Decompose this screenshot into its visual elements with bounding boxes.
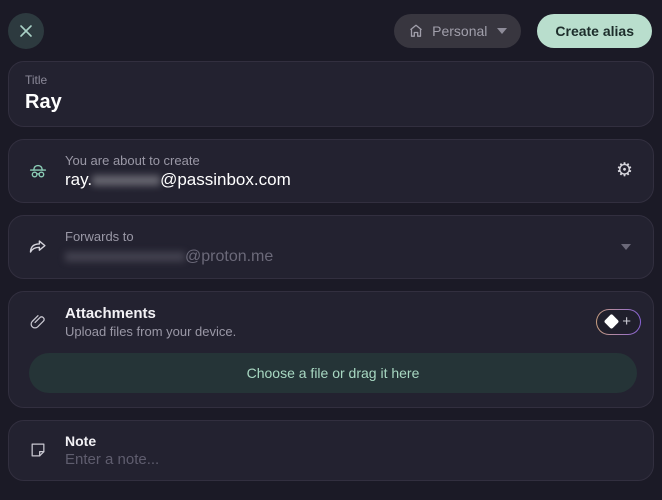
forward-arrow-icon xyxy=(25,236,51,258)
note-card[interactable]: Note Enter a note... xyxy=(8,420,654,481)
dialog-header: Personal Create alias xyxy=(0,0,662,52)
alias-preview-label: You are about to create xyxy=(65,152,612,170)
alias-settings-button[interactable]: ⚙︎ xyxy=(612,157,637,184)
close-button[interactable] xyxy=(8,13,44,49)
forwards-to-card[interactable]: Forwards to xxxxxxxxxxxxxxx@proton.me xyxy=(8,215,654,279)
paperclip-icon xyxy=(25,312,51,332)
choose-file-button[interactable]: Choose a file or drag it here xyxy=(29,353,637,393)
chevron-down-icon xyxy=(497,28,507,34)
form-cards: Title Ray You are about to create ray.xx… xyxy=(0,52,662,481)
gear-icon: ⚙︎ xyxy=(616,160,633,181)
select-caret-icon xyxy=(621,244,631,250)
forwards-domain: @proton.me xyxy=(185,248,273,265)
alias-redacted: xxxxxxxx xyxy=(92,170,160,189)
title-input[interactable]: Ray xyxy=(25,91,637,114)
forwards-redacted: xxxxxxxxxxxxxxx xyxy=(65,248,185,265)
create-alias-button[interactable]: Create alias xyxy=(537,14,652,48)
plus-icon: + xyxy=(622,313,631,330)
attachments-card: Attachments Upload files from your devic… xyxy=(8,291,654,408)
home-icon xyxy=(408,23,424,39)
note-icon xyxy=(25,440,51,460)
forwards-to-value[interactable]: xxxxxxxxxxxxxxx@proton.me xyxy=(65,248,613,266)
alias-prefix: ray. xyxy=(65,170,92,189)
pass-plus-diamond-icon xyxy=(604,314,620,330)
title-field-label: Title xyxy=(25,73,637,89)
note-label: Note xyxy=(65,433,637,449)
alias-preview-card: You are about to create ray.xxxxxxxx@pas… xyxy=(8,139,654,204)
vault-selector[interactable]: Personal xyxy=(394,14,521,48)
alias-disguise-icon xyxy=(25,160,51,182)
note-input[interactable]: Enter a note... xyxy=(65,451,637,468)
close-icon xyxy=(19,24,33,38)
attachments-title: Attachments xyxy=(65,305,596,322)
add-attachment-badge-button[interactable]: + xyxy=(596,309,641,335)
alias-domain: @passinbox.com xyxy=(160,170,291,189)
forwards-to-label: Forwards to xyxy=(65,228,613,246)
vault-label: Personal xyxy=(432,23,487,39)
title-field-card[interactable]: Title Ray xyxy=(8,61,654,127)
alias-address-value: ray.xxxxxxxx@passinbox.com xyxy=(65,170,612,190)
attachments-subtitle: Upload files from your device. xyxy=(65,324,596,339)
